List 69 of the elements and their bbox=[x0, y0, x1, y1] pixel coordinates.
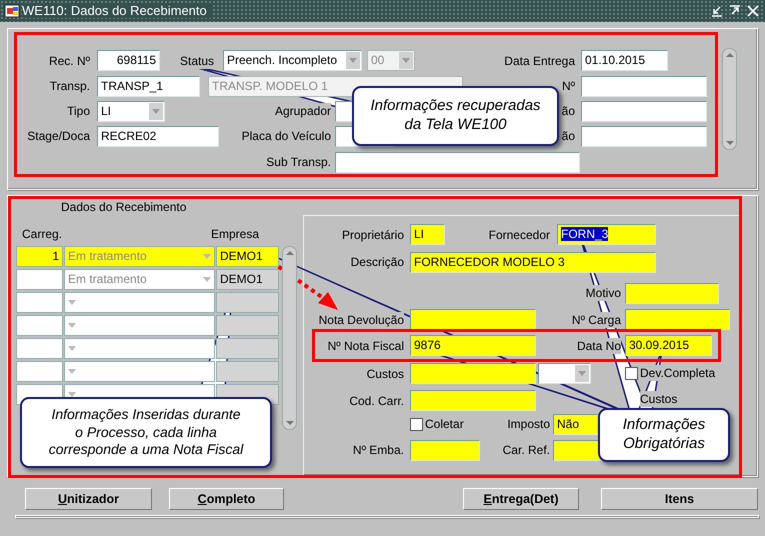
input-field[interactable] bbox=[581, 76, 707, 97]
input-field[interactable] bbox=[410, 363, 536, 384]
input-field[interactable]: FORNECEDOR MODELO 3 bbox=[410, 252, 656, 273]
caret-icon bbox=[68, 323, 76, 328]
field-label: Descrição bbox=[350, 254, 404, 270]
field-label: Tipo bbox=[67, 103, 90, 119]
table-cell[interactable] bbox=[16, 315, 63, 336]
input-field[interactable] bbox=[625, 309, 730, 330]
dropdown-field[interactable]: LI bbox=[97, 101, 165, 122]
input-field[interactable] bbox=[410, 390, 536, 411]
input-field[interactable]: 30.09.2015 bbox=[625, 335, 712, 356]
table-cell[interactable]: 1 bbox=[16, 246, 63, 267]
caret-icon bbox=[578, 371, 586, 376]
dropdown-field[interactable] bbox=[538, 363, 591, 384]
field-label: Proprietário bbox=[342, 227, 404, 243]
caret-icon bbox=[402, 58, 410, 63]
input-field[interactable]: 01.10.2015 bbox=[581, 50, 668, 71]
input-field[interactable]: FORN_3 bbox=[557, 224, 656, 245]
input-field[interactable]: 9876 bbox=[410, 335, 536, 356]
field-label: Custos bbox=[640, 391, 678, 407]
dropdown-field[interactable]: Preench. Incompleto bbox=[223, 50, 362, 71]
input-field[interactable] bbox=[581, 101, 707, 122]
input-field[interactable]: LI bbox=[410, 224, 445, 245]
checkbox[interactable] bbox=[410, 418, 423, 431]
input-field[interactable] bbox=[581, 126, 707, 147]
window-title: WE110: Dados do Recebimento bbox=[22, 3, 213, 18]
caret-icon bbox=[203, 277, 211, 282]
input-field[interactable]: TRANSP_1 bbox=[97, 76, 200, 97]
checkbox-label: Dev.Completa bbox=[640, 365, 716, 381]
close-icon[interactable] bbox=[746, 4, 760, 18]
action-button[interactable]: Completo bbox=[169, 488, 284, 510]
callout-tooltip: Informações Obrigatórias bbox=[598, 408, 730, 462]
table-cell[interactable] bbox=[216, 292, 279, 313]
caret-icon bbox=[152, 109, 160, 114]
field-label: Stage/Doca bbox=[27, 128, 90, 144]
caret-icon bbox=[68, 369, 76, 374]
input-field[interactable] bbox=[410, 440, 480, 461]
table-cell[interactable] bbox=[216, 315, 279, 336]
input-field[interactable] bbox=[410, 309, 536, 330]
callout-tooltip: Informações recuperadas da Tela WE100 bbox=[352, 86, 559, 146]
input-field[interactable]: 698115 bbox=[97, 50, 160, 71]
app-icon bbox=[4, 3, 20, 19]
field-label: Agrupador bbox=[274, 103, 331, 119]
scrollbar[interactable] bbox=[282, 246, 297, 430]
caret-icon bbox=[68, 346, 76, 351]
field-label: Nota Devolução bbox=[318, 312, 404, 328]
field-label: Nº Carga bbox=[572, 312, 621, 328]
action-button[interactable]: Entrega(Det) bbox=[463, 488, 579, 510]
caret-icon bbox=[68, 300, 76, 305]
input-field[interactable] bbox=[625, 283, 719, 304]
field-label: Sub Transp. bbox=[266, 154, 331, 170]
action-button[interactable]: Unitizador bbox=[25, 488, 152, 510]
table-cell[interactable] bbox=[16, 338, 63, 359]
table-cell[interactable] bbox=[216, 338, 279, 359]
checkbox[interactable] bbox=[625, 367, 638, 380]
input-field[interactable] bbox=[335, 152, 580, 173]
caret-icon bbox=[203, 254, 211, 259]
table-cell[interactable] bbox=[16, 361, 63, 382]
table-cell[interactable] bbox=[216, 361, 279, 382]
table-cell[interactable]: DEMO1 bbox=[216, 246, 279, 267]
field-label: Motivo bbox=[586, 285, 621, 301]
table-cell[interactable] bbox=[16, 292, 63, 313]
action-button[interactable]: Itens bbox=[601, 488, 758, 510]
field-label: Data No bbox=[576, 338, 621, 354]
scrollbar[interactable] bbox=[722, 48, 737, 150]
input-field[interactable]: RECRE02 bbox=[97, 126, 219, 147]
table-cell[interactable] bbox=[16, 269, 63, 290]
minimize-icon[interactable] bbox=[710, 4, 724, 18]
table-cell[interactable]: DEMO1 bbox=[216, 269, 279, 290]
